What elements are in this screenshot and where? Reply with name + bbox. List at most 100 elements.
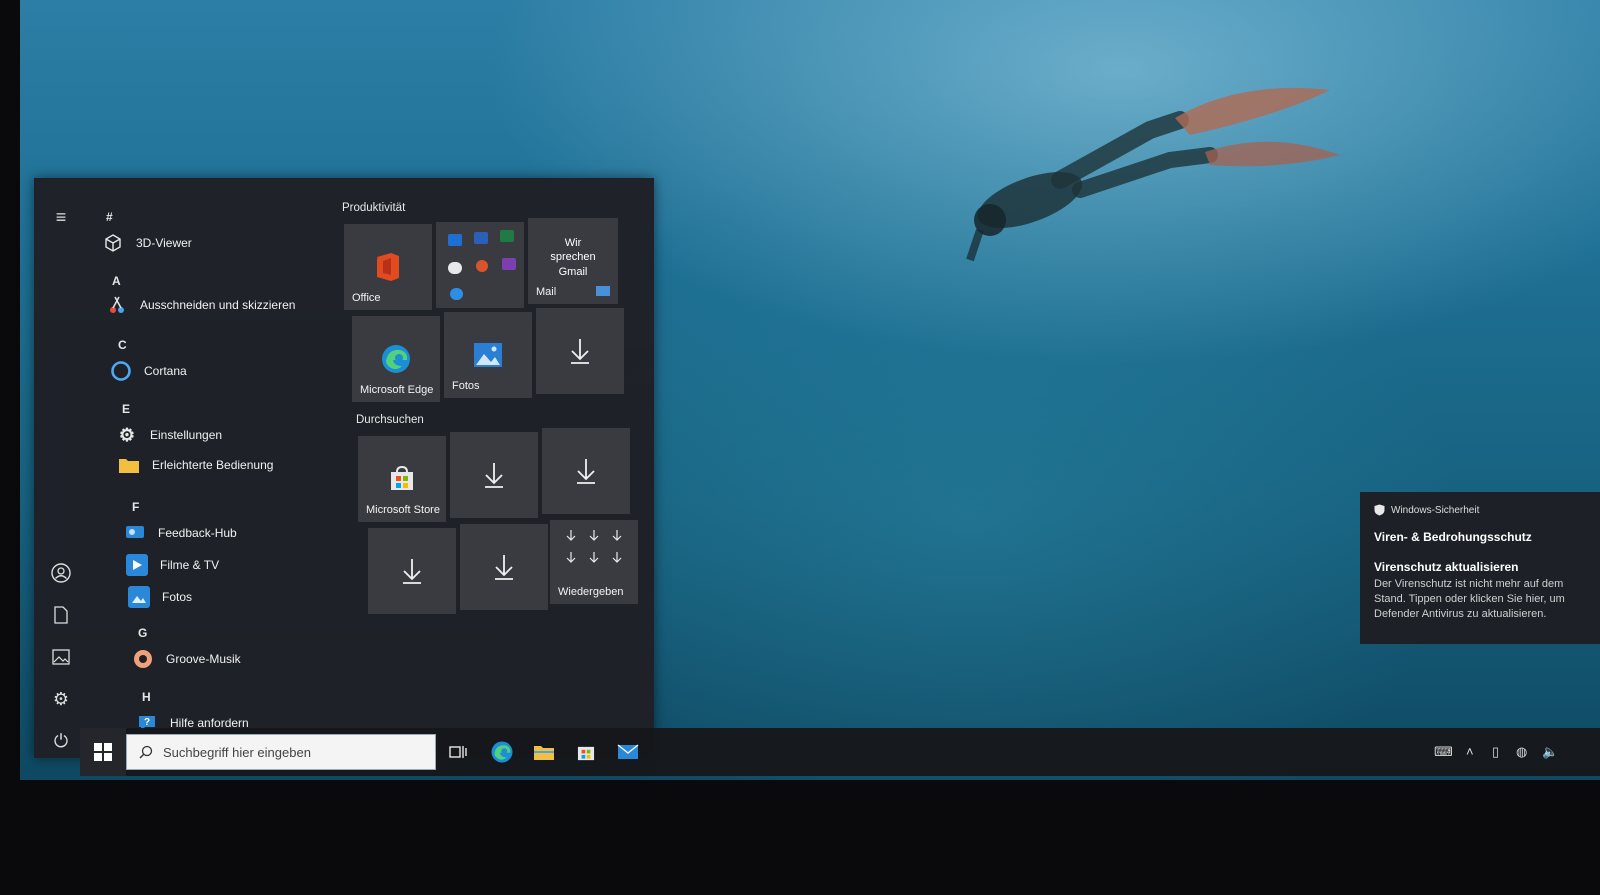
- mail-headline: Wir sprechen Gmail: [550, 237, 596, 278]
- windows-logo-icon: [94, 743, 112, 761]
- search-icon: [139, 745, 153, 759]
- tile-download-placeholder[interactable]: [460, 524, 548, 610]
- tile-download-placeholder[interactable]: [450, 432, 538, 518]
- app-label: Ausschneiden und skizzieren: [140, 298, 296, 312]
- download-arrow-icon: [485, 463, 503, 488]
- tile-play-folder[interactable]: Wiedergeben: [550, 520, 638, 604]
- pictures-icon[interactable]: [46, 642, 76, 672]
- app-label: Groove-Musik: [166, 652, 241, 666]
- store-icon: [391, 465, 413, 490]
- onedrive-icon: [448, 262, 462, 274]
- settings-gear-icon[interactable]: ⚙: [46, 684, 76, 714]
- hamburger-menu-icon[interactable]: ≡: [46, 202, 76, 232]
- outlook-icon: [448, 234, 462, 246]
- group-title-browse[interactable]: Durchsuchen: [356, 414, 424, 426]
- cortana-icon: [110, 360, 132, 382]
- app-label: Fotos: [162, 590, 193, 604]
- task-view-icon[interactable]: [444, 738, 472, 766]
- download-arrow-icon: [571, 339, 589, 364]
- photos-icon: [128, 586, 150, 608]
- svg-text:?: ?: [144, 717, 150, 728]
- download-arrow-icon: [403, 559, 421, 584]
- gear-icon: ⚙: [118, 424, 136, 445]
- app-ease-of-access-folder[interactable]: Erleichterte Bedienung: [118, 454, 273, 476]
- download-arrows-grid-icon: [566, 530, 622, 563]
- tile-label: Microsoft Store: [366, 504, 440, 516]
- taskbar: Suchbegriff hier eingeben ⌨ ˄ ▯ ◍ 🔈: [80, 728, 1600, 776]
- movies-icon: [126, 554, 148, 576]
- app-label: Einstellungen: [150, 428, 223, 442]
- app-settings[interactable]: ⚙ Einstellungen: [116, 424, 222, 446]
- user-account-icon[interactable]: [46, 558, 76, 588]
- freediver-silhouette: [966, 87, 1340, 262]
- app-label: Erleichterte Bedienung: [152, 458, 274, 472]
- notification-app-name: Windows-Sicherheit: [1391, 504, 1480, 516]
- search-placeholder: Suchbegriff hier eingeben: [163, 744, 311, 760]
- notification-body: Der Virenschutz ist nicht mehr auf dem S…: [1374, 578, 1565, 620]
- tile-download-placeholder[interactable]: [542, 428, 630, 514]
- tile-microsoft-edge[interactable]: Microsoft Edge: [352, 316, 440, 402]
- file-explorer-icon[interactable]: [530, 738, 558, 766]
- app-label: 3D-Viewer: [136, 236, 192, 250]
- tile-photos[interactable]: Fotos: [444, 312, 532, 398]
- notification-title: Viren- & Bedrohungsschutz: [1374, 530, 1532, 544]
- feedback-icon: [124, 522, 146, 544]
- tile-label: Fotos: [452, 380, 480, 392]
- mail-icon[interactable]: [614, 738, 642, 766]
- word-icon: [474, 232, 488, 244]
- notification-heading: Virenschutz aktualisieren: [1374, 560, 1519, 574]
- snip-icon: [106, 294, 128, 316]
- letter-header[interactable]: C: [118, 338, 127, 352]
- letter-header[interactable]: A: [112, 274, 121, 288]
- tile-label: Microsoft Edge: [360, 384, 434, 396]
- keyboard-icon[interactable]: ⌨: [1434, 744, 1453, 760]
- tile-mail[interactable]: Wir sprechen Gmail Mail: [528, 218, 618, 304]
- edge-icon: [382, 345, 410, 373]
- notification-app: Windows-Sicherheit: [1374, 504, 1586, 516]
- documents-icon[interactable]: [46, 600, 76, 630]
- edge-icon[interactable]: [488, 738, 516, 766]
- letter-header[interactable]: #: [106, 210, 113, 224]
- shield-icon: [1374, 504, 1385, 516]
- office-icon: [377, 253, 399, 281]
- skype-icon: [450, 288, 463, 300]
- letter-header[interactable]: G: [138, 626, 147, 640]
- onenote-icon: [502, 258, 516, 270]
- tile-office[interactable]: Office: [344, 224, 432, 310]
- download-arrow-icon: [495, 555, 513, 580]
- tile-microsoft-store[interactable]: Microsoft Store: [358, 436, 446, 522]
- device-icon[interactable]: ▯: [1492, 744, 1499, 760]
- cube-icon: [102, 232, 124, 254]
- search-input[interactable]: Suchbegriff hier eingeben: [126, 734, 436, 770]
- chevron-up-icon[interactable]: ˄: [1466, 744, 1474, 759]
- volume-icon[interactable]: 🔈: [1542, 744, 1558, 760]
- store-icon[interactable]: [572, 738, 600, 766]
- app-groove-music[interactable]: Groove-Musik: [132, 648, 241, 670]
- folder-icon: [118, 454, 140, 476]
- power-icon[interactable]: ⏻: [46, 726, 76, 756]
- app-feedback-hub[interactable]: Feedback-Hub: [124, 522, 237, 544]
- music-icon: [132, 648, 154, 670]
- letter-header[interactable]: F: [132, 500, 139, 514]
- powerpoint-icon: [476, 260, 488, 272]
- tile-label: Wiedergeben: [558, 586, 624, 598]
- excel-icon: [500, 230, 514, 242]
- letter-header[interactable]: H: [142, 690, 151, 704]
- letter-header[interactable]: E: [122, 402, 130, 416]
- security-notification[interactable]: Windows-Sicherheit Viren- & Bedrohungssc…: [1360, 492, 1600, 644]
- tile-office-apps-folder[interactable]: [436, 222, 524, 308]
- start-button[interactable]: [80, 728, 126, 776]
- app-cortana[interactable]: Cortana: [110, 360, 187, 382]
- app-photos[interactable]: Fotos: [128, 586, 192, 608]
- network-globe-icon[interactable]: ◍: [1516, 744, 1527, 760]
- mail-envelope-icon: [596, 286, 610, 296]
- start-menu: ≡ ⚙ ⏻ # 3D-Viewer A Ausschneiden und ski…: [34, 178, 654, 758]
- tile-download-placeholder[interactable]: [536, 308, 624, 394]
- app-label: Feedback-Hub: [158, 526, 237, 540]
- tile-label: Office: [352, 292, 381, 304]
- app-3d-viewer[interactable]: 3D-Viewer: [102, 232, 192, 254]
- app-snip-sketch[interactable]: Ausschneiden und skizzieren: [106, 294, 295, 316]
- group-title-productivity[interactable]: Produktivität: [342, 202, 405, 214]
- app-movies-tv[interactable]: Filme & TV: [126, 554, 219, 576]
- tile-download-placeholder[interactable]: [368, 528, 456, 614]
